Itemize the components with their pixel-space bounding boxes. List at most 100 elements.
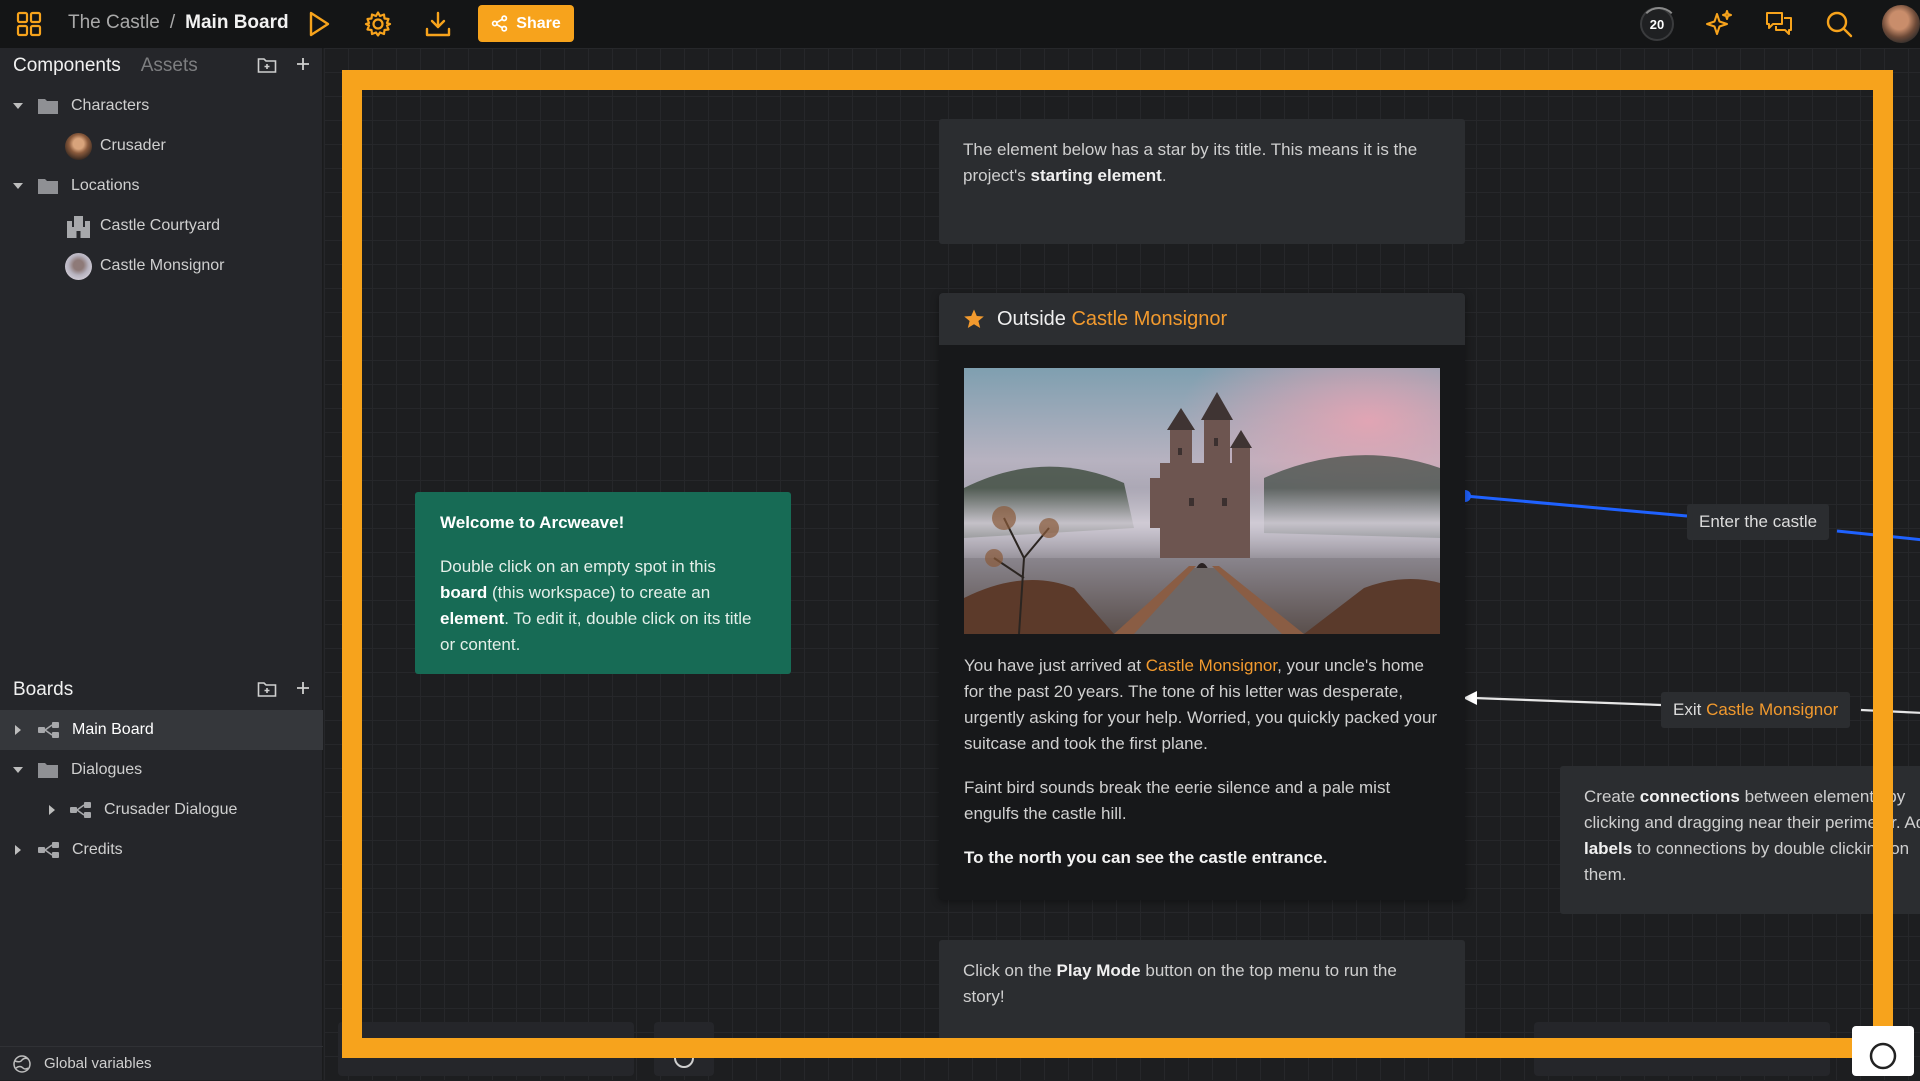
board-item-main-board[interactable]: Main Board	[0, 710, 323, 750]
board-canvas[interactable]: The element below has a star by its titl…	[324, 48, 1920, 1080]
add-icon[interactable]	[295, 680, 311, 696]
star-icon	[964, 309, 984, 328]
connection-enter-line-continued[interactable]	[1836, 529, 1920, 542]
tab-assets[interactable]: Assets	[141, 55, 198, 77]
comments-button[interactable]	[1763, 8, 1795, 40]
folder-icon	[38, 763, 58, 778]
arrowhead	[1463, 691, 1477, 705]
new-folder-icon[interactable]	[257, 56, 277, 74]
tree-folder-locations[interactable]: Locations	[0, 166, 323, 206]
tree-label: Castle Courtyard	[100, 217, 221, 234]
tab-components[interactable]: Components	[13, 55, 121, 77]
connection-label-enter[interactable]: Enter the castle	[1687, 504, 1830, 540]
element-content[interactable]: You have just arrived at Castle Monsigno…	[964, 653, 1440, 889]
connection-label-text: Exit	[1673, 700, 1707, 719]
top-bar: The Castle / Main Board Share 20	[0, 0, 1920, 48]
chevron-down-icon[interactable]	[12, 100, 24, 112]
tree-item-castle-monsignor[interactable]: Castle Monsignor	[0, 246, 323, 286]
search-button[interactable]	[1823, 8, 1855, 40]
breadcrumb: The Castle / Main Board	[68, 12, 289, 34]
element-bold-text: To the north you can see the castle entr…	[964, 848, 1328, 867]
share-button[interactable]: Share	[478, 5, 574, 42]
share-label: Share	[516, 14, 561, 32]
board-item-credits[interactable]: Credits	[0, 830, 323, 870]
board-icon	[70, 802, 91, 818]
boards-panel-header: Boards	[0, 672, 323, 708]
note-connections[interactable]: Create connections between elements by c…	[1560, 766, 1920, 914]
tree-folder-characters[interactable]: Characters	[0, 86, 323, 126]
play-icon	[309, 11, 330, 37]
user-avatar[interactable]	[1882, 5, 1920, 43]
tree-label: Crusader Dialogue	[104, 801, 238, 818]
breadcrumb-separator: /	[169, 12, 176, 33]
connection-label-exit[interactable]: Exit Castle Monsignor	[1661, 692, 1851, 728]
board-folder-dialogues[interactable]: Dialogues	[0, 750, 323, 790]
note-bold-text: Play Mode	[1056, 961, 1141, 980]
global-variables-button[interactable]: Global variables	[0, 1046, 323, 1080]
element-component-link[interactable]: Castle Monsignor	[1146, 656, 1277, 675]
tree-item-castle-courtyard[interactable]: Castle Courtyard	[0, 206, 323, 246]
element-tool-icon[interactable]	[360, 1044, 384, 1058]
folder-icon	[38, 179, 58, 194]
chevron-right-icon[interactable]	[12, 844, 24, 856]
sparkle-icon	[1706, 10, 1732, 35]
element-outside-castle-monsignor[interactable]: Outside Castle Monsignor You have just a…	[939, 293, 1465, 900]
connection-component-link[interactable]: Castle Monsignor	[1706, 700, 1838, 719]
minimap-toggle-button[interactable]	[1852, 1026, 1914, 1076]
connection-exit-line-continued[interactable]	[1860, 708, 1920, 714]
tree-label: Castle Monsignor	[100, 257, 225, 274]
history-icon[interactable]	[669, 1048, 699, 1068]
add-icon[interactable]	[295, 56, 311, 72]
image-tool-icon[interactable]	[480, 1044, 504, 1058]
tree-item-crusader[interactable]: Crusader	[0, 126, 323, 166]
castle-icon	[67, 215, 90, 238]
element-paragraph: You have just arrived at Castle Monsigno…	[964, 653, 1440, 757]
tree-label: Credits	[72, 841, 123, 858]
play-mode-button[interactable]	[304, 9, 334, 39]
connection-exit-line[interactable]	[1473, 696, 1662, 707]
board-toolbar-create[interactable]	[338, 1022, 634, 1076]
element-header[interactable]: Outside Castle Monsignor	[939, 293, 1465, 345]
new-folder-icon[interactable]	[257, 680, 277, 698]
globe-icon	[13, 1054, 31, 1073]
breadcrumb-project[interactable]: The Castle	[68, 12, 160, 34]
circle-icon	[1869, 1042, 1897, 1070]
location-thumbnail	[65, 252, 92, 280]
share-icon	[492, 15, 508, 32]
credits-counter[interactable]: 20	[1640, 7, 1678, 41]
board-toolbar-history[interactable]	[654, 1022, 714, 1076]
jumper-tool-icon[interactable]	[540, 1044, 564, 1058]
components-panel-header: Components Assets	[0, 48, 323, 84]
board-toolbar-view[interactable]	[1534, 1022, 1830, 1076]
element-text: You have just arrived at	[964, 656, 1146, 675]
ai-sparkle-button[interactable]	[1703, 8, 1735, 40]
element-title-component-link[interactable]: Castle Monsignor	[1071, 308, 1227, 330]
note-bold-text: connections	[1639, 787, 1740, 806]
note-play-mode[interactable]: Click on the Play Mode button on the top…	[939, 940, 1465, 1050]
board-item-crusader-dialogue[interactable]: Crusader Dialogue	[0, 790, 323, 830]
search-icon	[1826, 11, 1853, 38]
apps-grid-icon[interactable]	[14, 9, 44, 39]
chat-bubbles-icon	[1766, 12, 1792, 35]
folder-icon	[38, 99, 58, 114]
comment-tool-icon[interactable]	[600, 1044, 624, 1058]
download-button[interactable]	[422, 9, 454, 39]
chevron-right-icon[interactable]	[12, 724, 24, 736]
download-icon	[425, 11, 451, 37]
character-avatar	[65, 132, 92, 160]
tree-label: Crusader	[100, 137, 166, 154]
boards-title: Boards	[13, 679, 74, 700]
note-tool-icon[interactable]	[420, 1044, 444, 1058]
tree-label: Dialogues	[71, 761, 143, 778]
note-bold-text: labels	[1584, 839, 1633, 858]
connection-enter-line[interactable]	[1464, 494, 1688, 518]
settings-button[interactable]	[362, 9, 394, 39]
gear-icon	[364, 11, 392, 37]
breadcrumb-board[interactable]: Main Board	[185, 12, 288, 34]
element-paragraph: Faint bird sounds break the eerie silenc…	[964, 778, 1391, 823]
chevron-right-icon[interactable]	[46, 804, 58, 816]
castle-image	[964, 368, 1440, 634]
chevron-down-icon[interactable]	[12, 764, 24, 776]
chevron-down-icon[interactable]	[12, 180, 24, 192]
sidebar: Components Assets Characters Crusader Lo…	[0, 48, 323, 1080]
